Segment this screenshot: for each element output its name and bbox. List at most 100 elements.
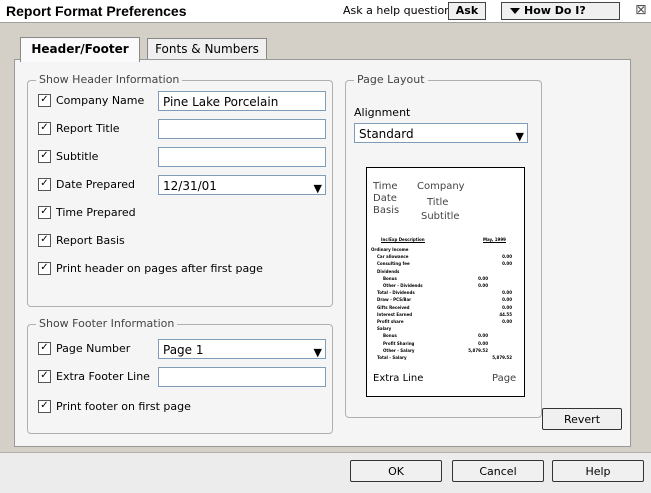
report-title-label: Report Title [56, 122, 120, 135]
report-title-input[interactable] [158, 119, 326, 139]
preview-time: Time [373, 181, 398, 192]
report-basis-row[interactable]: ✓ Report Basis [38, 231, 125, 251]
preview-line-text: Salary [377, 326, 392, 332]
print-header-label: Print header on pages after first page [56, 262, 263, 275]
header-group: Show Header Information ✓ Company Name Pi… [27, 73, 333, 307]
print-header-checkbox[interactable]: ✓ [38, 261, 51, 275]
company-name-checkbox[interactable]: ✓ [38, 93, 51, 107]
preview-line-text: Interest Earned [377, 311, 413, 317]
report-basis-checkbox[interactable]: ✓ [38, 233, 51, 247]
chevron-down-icon: ▼ [313, 346, 322, 359]
print-footer-row[interactable]: ✓ Print footer on first page [38, 397, 191, 417]
preview-subtitle: Subtitle [421, 211, 460, 222]
extra-footer-input[interactable] [158, 367, 326, 387]
page-number-row[interactable]: ✓ Page Number [38, 339, 130, 359]
print-header-row[interactable]: ✓ Print header on pages after first page [38, 259, 263, 279]
tab-header-footer[interactable]: Header/Footer [20, 37, 140, 62]
preview-line: Car allowance 0.00 [371, 253, 516, 260]
preview-line-value: 5,879.52 [492, 355, 512, 360]
time-prepared-checkbox[interactable]: ✓ [38, 205, 51, 219]
extra-footer-checkbox[interactable]: ✓ [38, 369, 51, 383]
preview-line-text: Consulting fee [377, 261, 410, 267]
company-name-label: Company Name [56, 94, 145, 107]
preview-line: Bonus 0.00 [371, 332, 516, 339]
footer-group-label: Show Footer Information [36, 317, 178, 330]
preview-line-value: 0.00 [502, 297, 512, 303]
preview-line-value: 0.00 [478, 340, 488, 346]
page-number-label: Page Number [56, 342, 131, 355]
preview-line-value: 0.00 [478, 275, 488, 281]
chevron-down-icon: ▼ [313, 182, 322, 195]
cancel-button[interactable]: Cancel [452, 460, 544, 482]
preview-line-text: Total - Salary [377, 355, 407, 360]
ok-button[interactable]: OK [350, 460, 442, 482]
subtitle-row[interactable]: ✓ Subtitle [38, 147, 98, 167]
preview-basis: Basis [373, 205, 400, 216]
preview-line: Bonus 0.00 [371, 275, 516, 282]
extra-footer-row[interactable]: ✓ Extra Footer Line [38, 367, 150, 387]
title-bar: Report Format Preferences Ask a help que… [0, 0, 651, 23]
subtitle-checkbox[interactable]: ✓ [38, 149, 51, 163]
alignment-label: Alignment [354, 106, 411, 119]
preview-line: Profit share 0.00 [371, 318, 516, 325]
how-do-i-button[interactable]: How Do I? [501, 2, 620, 20]
window-title: Report Format Preferences [6, 3, 187, 19]
preview-line-value: 0.00 [502, 254, 512, 260]
preview-line-text: Other - Salary [383, 347, 415, 353]
preview-line-value: 44.55 [499, 311, 512, 317]
preview-line-value: 5,879.52 [468, 347, 488, 353]
page-number-value: Page 1 [163, 343, 204, 357]
page-layout-group: Page Layout Alignment Standard ▼ Time Dat… [345, 73, 542, 418]
preview-line: Ordinary Income [371, 246, 516, 253]
preview-company: Company [417, 181, 465, 192]
preview-date: Date [373, 193, 397, 204]
header-group-label: Show Header Information [36, 73, 183, 86]
preview-line-value: 0.00 [478, 333, 488, 339]
tab-header-footer-label: Header/Footer [31, 42, 129, 56]
time-prepared-row[interactable]: ✓ Time Prepared [38, 203, 136, 223]
subtitle-input[interactable] [158, 147, 326, 167]
time-prepared-label: Time Prepared [56, 206, 136, 219]
preview-line: Gifts Received 0.00 [371, 304, 516, 311]
layout-preview: Time Date Basis Company Title Subtitle I… [366, 167, 525, 397]
print-footer-checkbox[interactable]: ✓ [38, 399, 51, 413]
alignment-value: Standard [359, 127, 414, 141]
preview-line-value: 0.00 [502, 290, 512, 296]
preview-line: Profit Sharing 0.00 [371, 340, 516, 347]
preview-title: Title [427, 197, 449, 208]
page-number-checkbox[interactable]: ✓ [38, 341, 51, 355]
preview-line-text: Car allowance [377, 254, 409, 260]
report-title-checkbox[interactable]: ✓ [38, 121, 51, 135]
chevron-down-icon: ▼ [515, 130, 524, 143]
preview-page: Page [492, 373, 517, 384]
date-prepared-select[interactable]: 12/31/01 ▼ [158, 175, 326, 195]
help-button[interactable]: Help [552, 460, 644, 482]
tab-fonts-numbers[interactable]: Fonts & Numbers [147, 38, 267, 59]
date-prepared-checkbox[interactable]: ✓ [38, 177, 51, 191]
dropdown-triangle-icon [510, 8, 520, 14]
alignment-select[interactable]: Standard ▼ [354, 123, 528, 143]
tab-panel: Show Header Information ✓ Company Name Pi… [14, 59, 631, 447]
preview-line-value: 0.00 [478, 283, 488, 288]
preview-line-value: 0.00 [502, 304, 512, 310]
preview-line-value: 0.00 [502, 319, 512, 324]
ask-button[interactable]: Ask [448, 2, 486, 20]
preview-line: Interest Earned 44.55 [371, 311, 516, 318]
company-name-row[interactable]: ✓ Company Name [38, 91, 144, 111]
report-title-row[interactable]: ✓ Report Title [38, 119, 120, 139]
preview-line: Dividends [371, 268, 516, 275]
date-prepared-label: Date Prepared [56, 178, 136, 191]
help-question-label: Ask a help question [343, 4, 452, 17]
preview-line: Total - Dividends 0.00 [371, 289, 516, 296]
preview-line-text: Other - Dividends [383, 283, 423, 288]
company-name-input[interactable]: Pine Lake Porcelain [158, 91, 326, 111]
preview-line-text: Profit Sharing [383, 340, 415, 346]
preview-line-text: Draw - PCS/Bar [377, 297, 412, 303]
date-prepared-row[interactable]: ✓ Date Prepared [38, 175, 135, 195]
preview-extra-line: Extra Line [373, 373, 424, 384]
close-icon[interactable]: ⊠ [635, 2, 647, 18]
extra-footer-label: Extra Footer Line [56, 370, 150, 383]
page-number-select[interactable]: Page 1 ▼ [158, 339, 326, 359]
revert-button[interactable]: Revert [542, 408, 622, 430]
preview-line: Total - Salary 5,879.52 [371, 354, 516, 361]
